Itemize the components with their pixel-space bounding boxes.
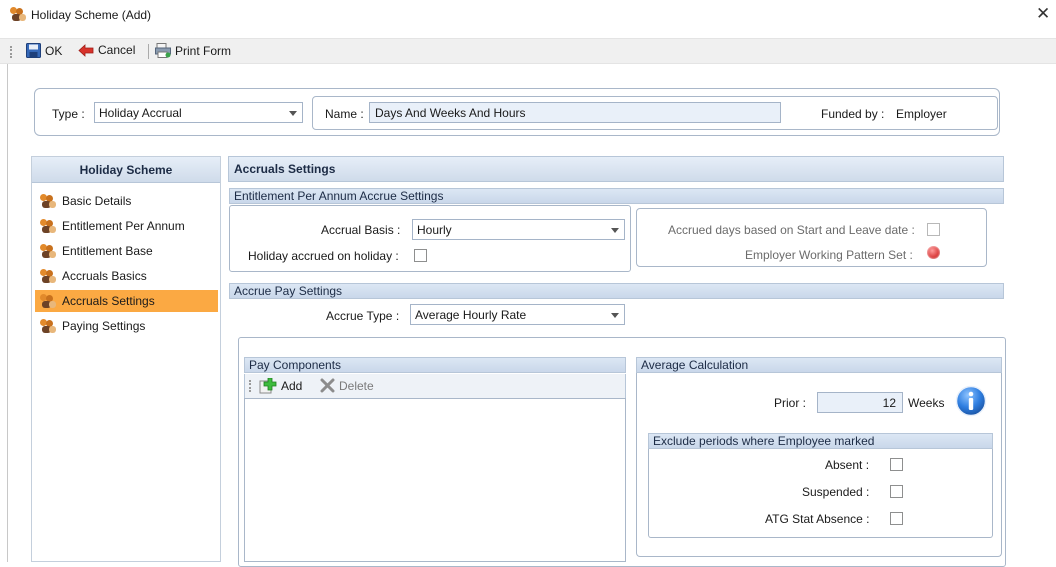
entitlement-left-group: Accrual Basis : Hourly Holiday accrued o… [229,205,631,272]
cancel-label: Cancel [98,43,136,57]
toolbar-grip [10,46,12,58]
chevron-down-icon [611,228,619,233]
entitlement-right-group: Accrued days based on Start and Leave da… [636,208,987,267]
nav-item-paying-settings[interactable]: Paying Settings [35,315,218,337]
accrual-basis-value: Hourly [417,223,452,237]
accrual-basis-dropdown[interactable]: Hourly [412,219,625,240]
entitlement-section-header: Entitlement Per Annum Accrue Settings [229,188,1004,204]
nav-item-entitlement-base[interactable]: Entitlement Base [35,240,218,262]
people-icon [40,319,56,333]
ok-label: OK [45,43,63,58]
name-group: Name : Days And Weeks And Hours Funded b… [312,96,998,130]
toolbar: OK Cancel Print Form [0,38,1056,64]
accrual-basis-label: Accrual Basis : [321,223,401,237]
people-icon [40,294,56,308]
people-icon [40,194,56,208]
nav-item-entitlement-per-annum[interactable]: Entitlement Per Annum [35,215,218,237]
start-leave-label: Accrued days based on Start and Leave da… [668,223,915,237]
exclude-periods-group: Absent : Suspended : ATG Stat Absence : [648,449,993,538]
nav-item-accruals-basics[interactable]: Accruals Basics [35,265,218,287]
average-calculation-header: Average Calculation [636,357,1002,373]
accrue-type-dropdown[interactable]: Average Hourly Rate [410,304,625,325]
working-pattern-label: Employer Working Pattern Set : [745,248,913,262]
nav-item-label: Entitlement Base [62,244,153,258]
people-icon [40,244,56,258]
ok-button[interactable]: OK [26,43,62,58]
print-form-label: Print Form [175,43,232,58]
window-title: Holiday Scheme (Add) [31,8,152,22]
funded-by-label: Funded by : [821,107,885,121]
absent-checkbox[interactable] [890,458,903,471]
title-bar: Holiday Scheme (Add) ✕ [0,0,1056,30]
name-input-value: Days And Weeks And Hours [375,106,526,120]
nav-item-label: Accruals Basics [62,269,147,283]
close-icon[interactable]: ✕ [1036,4,1050,24]
window-left-border [7,64,8,562]
nav-header: Holiday Scheme [32,157,220,183]
name-input[interactable]: Days And Weeks And Hours [369,102,781,123]
nav-item-label: Basic Details [62,194,132,208]
people-icon [40,269,56,283]
nav-item-basic-details[interactable]: Basic Details [35,190,218,212]
funded-by-value: Employer [896,107,947,121]
prior-label: Prior : [774,396,807,410]
accrue-type-label: Accrue Type : [326,309,400,323]
toolbar-separator [148,44,149,59]
weeks-label: Weeks [908,396,945,410]
start-leave-checkbox[interactable] [927,223,940,236]
absent-label: Absent : [825,458,870,472]
chevron-down-icon [611,313,619,318]
name-label: Name : [325,107,364,121]
prior-input[interactable]: 12 [817,392,903,413]
pay-components-header: Pay Components [244,357,626,373]
save-icon [26,43,41,58]
accrue-pay-section-header: Accrue Pay Settings [229,283,1004,299]
chevron-down-icon [289,111,297,116]
scheme-header-panel: Type : Holiday Accrual Name : Days And W… [34,88,1000,136]
page-title: Accruals Settings [228,156,1004,182]
delete-icon [320,378,335,393]
back-arrow-icon [78,43,94,57]
add-label: Add [281,379,303,393]
type-dropdown[interactable]: Holiday Accrual [94,102,303,123]
nav-item-accruals-settings[interactable]: Accruals Settings [35,290,218,312]
accrue-type-value: Average Hourly Rate [415,308,527,322]
average-calculation-group: Prior : 12 Weeks Exclude periods where E… [636,373,1002,557]
type-label: Type : [52,107,85,121]
pay-components-list[interactable] [244,398,626,562]
cancel-button[interactable]: Cancel [78,43,135,57]
suspended-checkbox[interactable] [890,485,903,498]
delete-button[interactable]: Delete [320,378,374,393]
holiday-on-holiday-checkbox[interactable] [414,249,427,262]
suspended-label: Suspended : [802,485,870,499]
delete-label: Delete [339,378,374,393]
app-icon [10,7,26,21]
type-dropdown-value: Holiday Accrual [99,106,182,120]
print-form-button[interactable]: Print Form [155,43,231,58]
add-icon [259,378,277,394]
print-form-icon [155,43,171,58]
status-indicator-icon [927,246,940,259]
atg-stat-absence-checkbox[interactable] [890,512,903,525]
nav-item-label: Entitlement Per Annum [62,219,185,233]
holiday-on-holiday-label: Holiday accrued on holiday : [248,249,399,263]
pay-components-toolbar: Add Delete [244,374,626,398]
nav-item-label: Paying Settings [62,319,146,333]
info-icon[interactable] [955,385,987,417]
exclude-periods-header: Exclude periods where Employee marked [648,433,993,449]
atg-stat-absence-label: ATG Stat Absence : [765,512,870,526]
toolbar-grip [249,380,251,392]
add-button[interactable]: Add [259,378,302,394]
nav-item-label: Accruals Settings [62,294,155,308]
holiday-scheme-nav: Holiday Scheme Basic Details Entitlement… [31,156,221,562]
people-icon [40,219,56,233]
prior-input-value: 12 [882,396,896,410]
